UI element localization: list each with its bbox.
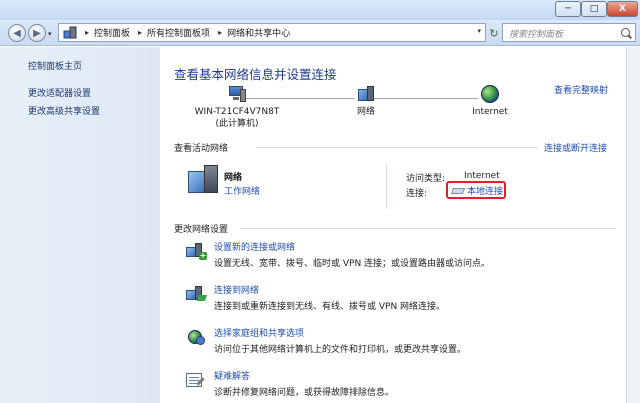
change-settings-heading: 更改网络设置 [174,225,229,235]
main-content: 查看基本网络信息并设置连接 查看完整映射 WIN-T21CF4V7N8T (此计… [160,47,626,403]
connections-label: 连接: [406,189,428,199]
active-network-name: 网络 [224,173,243,183]
task-description: 连接到或重新连接到无线、有线、拨号或 VPN 网络连接。 [214,302,446,312]
navigation-toolbar: ◀ ▶ ▾ ▸ 控制面板 ▸ 所有控制面板项 ▸ 网络和共享中心 ▾ ↻ 搜索控… [0,20,640,46]
breadcrumb-network-center[interactable]: 网络和共享中心 [227,26,290,39]
search-input[interactable]: 搜索控制面板 [502,23,636,42]
network-bench-icon[interactable] [188,165,220,195]
forward-button[interactable]: ▶ [28,24,46,42]
task-description: 诊断并修复网络问题，或获得故障排除信息。 [214,388,395,398]
active-networks-heading: 查看活动网络 [174,144,229,154]
homegroup-icon [186,328,206,346]
task-title-link[interactable]: 选择家庭组和共享选项 [214,326,304,339]
back-arrow-icon: ◀ [13,27,21,39]
back-button[interactable]: ◀ [8,24,26,42]
task-title-link[interactable]: 设置新的连接或网络 [214,240,295,253]
search-icon[interactable] [621,28,630,37]
vertical-scrollbar[interactable] [626,47,640,403]
breadcrumb-all-items[interactable]: 所有控制面板项 [147,26,210,39]
map-node-internet: Internet [460,85,520,118]
address-bar[interactable]: ▸ 控制面板 ▸ 所有控制面板项 ▸ 网络和共享中心 ▾ [58,23,486,42]
control-panel-home-link[interactable]: 控制面板主页 [28,59,82,72]
globe-icon [481,85,499,103]
network-label: 网络 [356,107,375,117]
change-advanced-sharing-link[interactable]: 更改高级共享设置 [28,104,100,117]
task-title-link[interactable]: 连接到网络 [214,283,259,296]
map-node-network: 网络 [346,85,386,118]
breadcrumb-separator: ▸ [85,28,90,37]
access-type-label: 访问类型: [406,174,446,184]
forward-arrow-icon: ▶ [33,27,41,39]
task-title-link[interactable]: 疑难解答 [214,369,250,382]
search-placeholder: 搜索控制面板 [509,30,564,40]
map-node-this-computer: WIN-T21CF4V7N8T (此计算机) [180,85,294,130]
task-description: 设置无线、宽带、拨号、临时或 VPN 连接；或设置路由器或访问点。 [214,259,491,269]
page-title: 查看基本网络信息并设置连接 [174,67,337,82]
network-bench-icon [357,85,375,103]
task-description: 访问位于其他网络计算机上的文件和打印机，或更改共享设置。 [214,345,467,355]
section-divider [256,147,538,148]
breadcrumb-control-panel[interactable]: 控制面板 [94,26,130,39]
local-connection-text: 本地连接 [467,186,504,197]
ethernet-icon [452,186,464,194]
access-type-value: Internet [464,171,500,181]
change-adapter-settings-link[interactable]: 更改适配器设置 [28,86,91,99]
internet-label: Internet [472,107,508,117]
local-connection-link[interactable]: 本地连接 [446,181,506,199]
close-button[interactable]: X [607,1,638,17]
refresh-button[interactable]: ↻ [488,25,500,41]
connect-disconnect-link[interactable]: 连接或断开连接 [544,141,607,154]
left-navigation-pane: 控制面板主页 更改适配器设置 更改高级共享设置 [0,47,160,403]
new-connection-icon: + [186,242,207,260]
section-divider [240,228,616,229]
connect-network-icon [186,285,208,303]
control-panel-icon [63,26,77,40]
breadcrumb-separator[interactable]: ▸ [218,28,222,37]
recent-pages-dropdown[interactable]: ▾ [48,30,52,38]
maximize-button[interactable]: □ [581,1,607,17]
computer-name: WIN-T21CF4V7N8T [194,107,280,117]
breadcrumb-separator[interactable]: ▸ [138,28,142,37]
computer-icon [228,85,246,103]
minimize-button[interactable]: ─ [555,1,581,17]
address-dropdown-icon[interactable]: ▾ [477,27,481,35]
refresh-icon: ↻ [489,26,499,40]
network-location-link[interactable]: 工作网络 [224,184,260,197]
troubleshoot-icon [186,371,206,389]
view-full-map-link[interactable]: 查看完整映射 [554,83,608,96]
title-bar: ─ □ X [0,0,640,20]
vertical-divider [386,165,387,209]
computer-subtitle: (此计算机) [215,119,259,129]
